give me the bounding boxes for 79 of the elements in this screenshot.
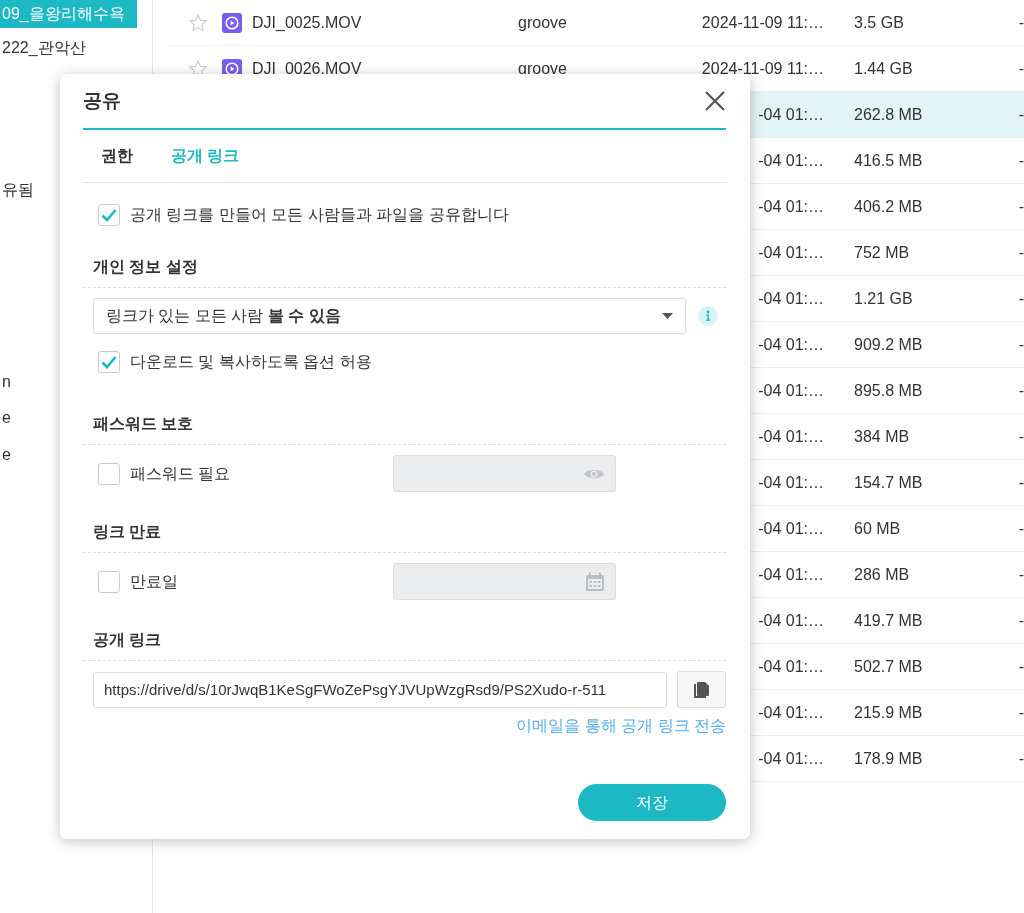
checkbox[interactable] (98, 204, 120, 226)
file-size: 895.8 MB (854, 381, 923, 399)
file-size: 909.2 MB (854, 335, 923, 353)
checkbox[interactable] (98, 351, 120, 373)
link-field[interactable]: https://drive/d/s/10rJwqB1KeSgFWoZePsgYJVUpWzgRsd9/PS2Xudo-r-511 (93, 671, 667, 708)
table-cell: - (1018, 13, 1024, 31)
modified-date: -04 01:… (758, 473, 824, 491)
file-size: 3.5 GB (854, 13, 904, 31)
table-cell: - (1018, 749, 1024, 767)
section-heading: 개인 정보 설정 (83, 247, 726, 288)
modified-date: 2024-11-09 11:… (701, 59, 824, 77)
video-file-icon (222, 12, 242, 33)
file-size: 416.5 MB (854, 151, 923, 169)
table-cell: - (1018, 289, 1024, 307)
modified-date: 2024-11-09 11:… (701, 13, 824, 31)
file-size: 1.21 GB (854, 289, 913, 307)
table-cell: - (1018, 381, 1024, 399)
copy-icon (692, 680, 711, 699)
table-cell: - (1018, 59, 1024, 77)
modified-date: -04 01:… (758, 427, 824, 445)
table-cell: - (1018, 611, 1024, 629)
access-dropdown[interactable]: 링크가 있는 모든 사람 볼 수 있음 (93, 298, 686, 334)
modified-date: -04 01:… (758, 197, 824, 215)
checkbox-label: 공개 링크를 만들어 모든 사람들과 파일을 공유합니다 (130, 205, 509, 225)
copy-button[interactable] (677, 671, 726, 708)
checkbox[interactable] (98, 570, 120, 593)
file-size: 406.2 MB (854, 197, 923, 215)
info-icon[interactable] (698, 306, 718, 326)
section-heading: 링크 만료 (83, 512, 726, 553)
table-cell: - (1018, 427, 1024, 445)
file-size: 262.8 MB (854, 105, 923, 123)
table-cell: - (1018, 151, 1024, 169)
file-size: 752 MB (854, 243, 910, 261)
owner-text: groove (518, 13, 567, 31)
caret-icon (662, 313, 673, 319)
modified-date: -04 01:… (758, 151, 824, 169)
file-size: 419.7 MB (854, 611, 923, 629)
section-heading: 공개 링크 (83, 620, 726, 661)
table-cell: - (1018, 197, 1024, 215)
star-icon[interactable] (188, 12, 208, 33)
table-cell: - (1018, 703, 1024, 721)
modified-date: -04 01:… (758, 749, 824, 767)
file-name[interactable]: DJI_0025.MOV (252, 13, 362, 31)
table-cell: - (1018, 519, 1024, 537)
table-cell: - (1018, 335, 1024, 353)
section-heading: 패스워드 보호 (83, 404, 726, 445)
modified-date: -04 01:… (758, 381, 824, 399)
modified-date: -04 01:… (758, 243, 824, 261)
file-row[interactable]: DJI_0025.MOV groove 2024-11-09 11:… 3.5 GB - (172, 0, 1024, 46)
checkbox-label: 다운로드 및 복사하도록 옵션 허용 (130, 352, 372, 372)
file-size: 178.9 MB (854, 749, 923, 767)
table-cell: - (1018, 565, 1024, 583)
file-name[interactable]: DJI_0026.MOV (252, 59, 362, 77)
modified-date: -04 01:… (758, 611, 824, 629)
modified-date: -04 01:… (758, 335, 824, 353)
checkbox-label: 만료일 (130, 571, 179, 592)
modified-date: -04 01:… (758, 105, 824, 123)
table-cell: - (1018, 473, 1024, 491)
table-cell: - (1018, 657, 1024, 675)
modified-date: -04 01:… (758, 657, 824, 675)
table-cell: - (1018, 243, 1024, 261)
file-size: 60 MB (854, 519, 901, 537)
checkbox-label: 패스워드 필요 (130, 463, 232, 484)
file-size: 384 MB (854, 427, 910, 445)
modified-date: -04 01:… (758, 565, 824, 583)
dialog-title: 공유 (83, 88, 121, 113)
file-size: 154.7 MB (854, 473, 923, 491)
close-button[interactable] (704, 90, 726, 112)
file-size: 502.7 MB (854, 657, 923, 675)
table-cell: - (1018, 105, 1024, 123)
checkbox[interactable] (98, 462, 120, 485)
sidebar-item[interactable]: 222_관악산 (0, 34, 137, 62)
modified-date: -04 01:… (758, 519, 824, 537)
modified-date: -04 01:… (758, 289, 824, 307)
tab[interactable]: 권한 (101, 144, 133, 168)
modified-date: -04 01:… (758, 703, 824, 721)
file-size: 215.9 MB (854, 703, 923, 721)
file-size: 286 MB (854, 565, 910, 583)
file-size: 1.44 GB (854, 59, 913, 77)
